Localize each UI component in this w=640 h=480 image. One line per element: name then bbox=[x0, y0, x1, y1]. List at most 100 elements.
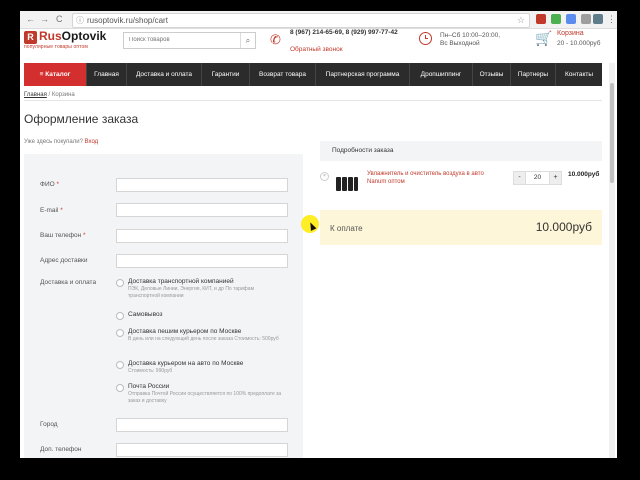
phone-label-text: Ваш телефон bbox=[40, 232, 82, 239]
delivery-option-desc: ПЭК, Деловые Линии, Энергия, КИТ, и др П… bbox=[128, 286, 255, 299]
fio-field[interactable] bbox=[116, 178, 288, 192]
callback-link[interactable]: Обратный звонок bbox=[290, 46, 343, 54]
search-input[interactable] bbox=[124, 33, 243, 46]
login-prompt: Уже здесь покупали? Вход bbox=[24, 138, 98, 146]
browser-menu-icon[interactable]: ⋮ bbox=[607, 13, 616, 25]
nav-item-affiliate[interactable]: Партнерская программа bbox=[315, 63, 409, 86]
phone-icon: ✆ bbox=[270, 32, 281, 47]
qty-decrease-button[interactable]: - bbox=[513, 171, 526, 185]
extension-icon[interactable] bbox=[581, 14, 591, 24]
qty-increase-button[interactable]: + bbox=[549, 171, 562, 185]
required-mark: * bbox=[60, 207, 63, 214]
login-prompt-text: Уже здесь покупали? bbox=[24, 139, 83, 145]
extra-phone-field[interactable] bbox=[116, 443, 288, 457]
address-field[interactable] bbox=[116, 254, 288, 268]
address-label: Адрес доставки bbox=[40, 257, 88, 264]
url-text[interactable]: rusoptovik.ru/shop/cart bbox=[87, 15, 168, 26]
search-icon[interactable]: ⌕ bbox=[240, 33, 255, 48]
extra-phone-label: Доп. телефон bbox=[40, 446, 82, 453]
required-mark: * bbox=[83, 232, 86, 239]
address-bar[interactable]: ⓘ rusoptovik.ru/shop/cart ☆ bbox=[72, 13, 530, 28]
order-total: К оплате 10.000руб bbox=[320, 210, 602, 245]
page-title: Оформление заказа bbox=[24, 112, 139, 126]
email-field[interactable] bbox=[116, 203, 288, 217]
radio-button[interactable] bbox=[116, 329, 124, 337]
delivery-option-title: Почта России bbox=[128, 383, 170, 390]
delivery-label: Доставка и оплата bbox=[40, 279, 97, 286]
browser-toolbar: ← → C ⓘ rusoptovik.ru/shop/cart ☆ ⋮ bbox=[20, 11, 617, 29]
delivery-option-title: Доставка транспортной компанией bbox=[128, 278, 234, 285]
city-field[interactable] bbox=[116, 418, 288, 432]
product-link[interactable]: Увлажнитель и очиститель воздуха в авто … bbox=[367, 170, 497, 186]
qty-input[interactable]: 20 bbox=[526, 171, 549, 185]
extension-icon[interactable] bbox=[593, 14, 603, 24]
nav-item-contacts[interactable]: Контакты bbox=[555, 63, 602, 86]
email-label-text: E-mail bbox=[40, 207, 59, 214]
fio-label: ФИО * bbox=[40, 181, 59, 189]
city-label: Город bbox=[40, 421, 58, 428]
nav-item-dropshipping[interactable]: Дропшиппинг bbox=[409, 63, 472, 86]
browser-window: ← → C ⓘ rusoptovik.ru/shop/cart ☆ ⋮ R Ru… bbox=[20, 11, 617, 458]
email-label: E-mail * bbox=[40, 207, 63, 215]
working-hours: Пн–Сб 10:00–20:00, Вс Выходной bbox=[440, 32, 500, 48]
remove-item-button[interactable]: × bbox=[320, 172, 329, 181]
delivery-option-desc: Стоимость: 990руб bbox=[128, 368, 173, 374]
divider bbox=[24, 100, 602, 101]
reload-icon[interactable]: C bbox=[56, 14, 63, 25]
delivery-option-title: Доставка пешим курьером по Москве bbox=[128, 328, 242, 335]
breadcrumb-home[interactable]: Главная bbox=[24, 92, 47, 98]
checkout-form: ФИО * E-mail * Ваш телефон * Адрес доста… bbox=[24, 154, 303, 458]
phone-field[interactable] bbox=[116, 229, 288, 243]
delivery-option-title: Самовывоз bbox=[128, 311, 163, 318]
radio-button[interactable] bbox=[116, 384, 124, 392]
product-price: 10.000руб bbox=[568, 171, 600, 178]
nav-item-home[interactable]: Главная bbox=[86, 63, 126, 86]
breadcrumb-current: Корзина bbox=[51, 92, 75, 98]
page-scrollbar[interactable] bbox=[609, 63, 615, 458]
delivery-option-desc: В день или на следующий день после заказ… bbox=[128, 336, 279, 342]
hours-weekdays: Пн–Сб 10:00–20:00, bbox=[440, 32, 501, 39]
fio-label-text: ФИО bbox=[40, 181, 55, 188]
clock-icon bbox=[419, 32, 432, 45]
logo-part-rus: Rus bbox=[39, 29, 62, 43]
radio-button[interactable] bbox=[116, 312, 124, 320]
main-nav: ≡ Каталог Главная Доставка и оплата Гара… bbox=[24, 63, 602, 86]
login-link[interactable]: Вход bbox=[85, 139, 99, 145]
cart-icon[interactable]: 🛒 bbox=[535, 31, 552, 46]
breadcrumb: Главная / Корзина bbox=[24, 91, 75, 99]
back-icon[interactable]: ← bbox=[26, 14, 35, 25]
nav-item-guarantees[interactable]: Гарантии bbox=[201, 63, 249, 86]
product-thumbnail[interactable] bbox=[336, 177, 358, 191]
extension-icon[interactable] bbox=[536, 14, 546, 24]
nav-item-partners[interactable]: Партнеры bbox=[510, 63, 555, 86]
extension-icon[interactable] bbox=[566, 14, 576, 24]
nav-item-returns[interactable]: Возврат товара bbox=[249, 63, 315, 86]
info-icon[interactable]: ⓘ bbox=[76, 15, 84, 26]
logo[interactable]: RusOptovik bbox=[39, 29, 106, 43]
logo-part-optovik: Optovik bbox=[61, 29, 107, 43]
radio-button[interactable] bbox=[116, 279, 124, 287]
forward-icon[interactable]: → bbox=[40, 14, 49, 25]
site-header: R RusOptovik популярные товары оптом ⌕ ✆… bbox=[20, 29, 617, 63]
required-mark: * bbox=[56, 181, 60, 188]
extension-icon[interactable] bbox=[551, 14, 561, 24]
order-summary-title: Подробности заказа bbox=[332, 147, 394, 154]
logo-icon[interactable]: R bbox=[24, 31, 37, 44]
phone-numbers: 8 (967) 214-65-69, 8 (929) 997-77-42 bbox=[290, 29, 398, 36]
logo-tagline: популярные товары оптом bbox=[24, 44, 88, 50]
bookmark-star-icon[interactable]: ☆ bbox=[517, 14, 525, 26]
catalog-button[interactable]: ≡ Каталог bbox=[24, 63, 86, 86]
radio-button[interactable] bbox=[116, 361, 124, 369]
delivery-option-title: Доставка курьером на авто по Москве bbox=[128, 360, 244, 367]
order-summary-header: Подробности заказа bbox=[320, 141, 602, 161]
total-label: К оплате bbox=[330, 224, 363, 233]
scrollbar-thumb[interactable] bbox=[610, 83, 614, 183]
nav-item-delivery[interactable]: Доставка и оплата bbox=[126, 63, 201, 86]
cart-link[interactable]: Корзина bbox=[557, 30, 584, 38]
search-box[interactable]: ⌕ bbox=[123, 32, 256, 49]
nav-item-reviews[interactable]: Отзывы bbox=[472, 63, 510, 86]
phone-label: Ваш телефон * bbox=[40, 232, 86, 240]
total-value: 10.000руб bbox=[535, 220, 592, 234]
delivery-option-desc: Отправка Почтой России осуществляется по… bbox=[128, 391, 282, 404]
cart-summary: 20 - 10.000руб bbox=[557, 40, 601, 47]
